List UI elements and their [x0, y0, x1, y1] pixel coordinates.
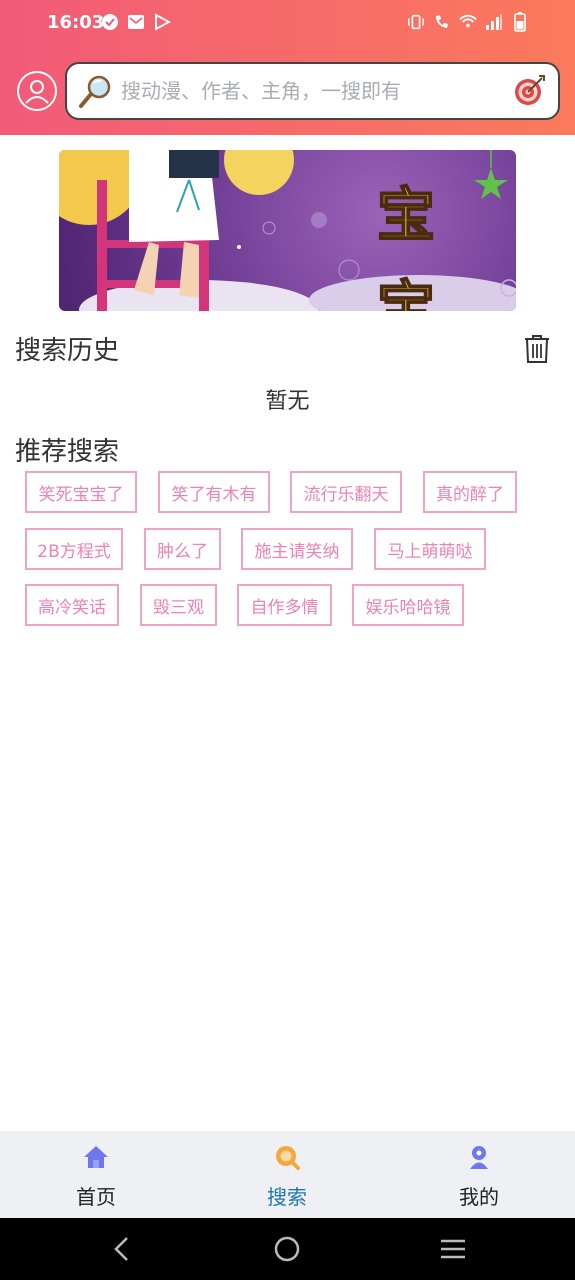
- nav-search-label: 搜索: [267, 1185, 307, 1209]
- status-left-icons: [101, 12, 171, 32]
- history-empty-text: 暂无: [265, 389, 310, 414]
- search-bar[interactable]: [65, 62, 560, 120]
- promo-banner[interactable]: 宝 宝: [59, 150, 516, 311]
- recommend-tag[interactable]: 笑死宝宝了: [25, 471, 137, 513]
- status-right-icons: [407, 12, 529, 32]
- clear-history-button[interactable]: [524, 334, 550, 364]
- status-time: 16:03: [47, 12, 105, 33]
- user-avatar-button[interactable]: [17, 71, 57, 111]
- nav-search[interactable]: 搜索: [227, 1131, 347, 1218]
- status-bar: 16:03: [0, 0, 575, 48]
- home-circle-icon[interactable]: [272, 1234, 302, 1264]
- recommend-tag[interactable]: 自作多情: [237, 584, 332, 626]
- banner-title: 宝: [377, 181, 435, 249]
- recommend-tag[interactable]: 2B方程式: [25, 528, 123, 570]
- recommend-tag[interactable]: 真的醉了: [423, 471, 517, 513]
- nav-home-label: 首页: [76, 1185, 116, 1209]
- search-history-title: 搜索历史: [15, 336, 120, 366]
- wifi-call-icon: [433, 12, 451, 32]
- recommend-tag[interactable]: 施主请笑纳: [241, 528, 353, 570]
- mail-icon: [127, 12, 145, 32]
- profile-icon: [466, 1144, 492, 1170]
- system-nav-bar: [0, 1218, 575, 1280]
- recommend-tag[interactable]: 马上萌萌哒: [374, 528, 486, 570]
- bottom-nav: 首页 搜索 我的: [0, 1131, 575, 1218]
- banner-illustration: 宝 宝: [59, 150, 516, 311]
- recommend-tag[interactable]: 毁三观: [140, 584, 217, 626]
- nav-home[interactable]: 首页: [36, 1131, 156, 1218]
- magnifier-icon: [77, 74, 113, 110]
- battery-icon: [511, 12, 529, 32]
- wifi-icon: [459, 12, 477, 32]
- trash-icon: [525, 335, 549, 363]
- user-icon: [25, 80, 49, 104]
- target-icon[interactable]: [512, 74, 546, 108]
- nav-profile-label: 我的: [459, 1185, 499, 1209]
- search-icon: [274, 1144, 300, 1170]
- top-header: 16:03: [0, 0, 575, 135]
- recommend-tag[interactable]: 流行乐翻天: [290, 471, 402, 513]
- signal-icon: [485, 12, 503, 32]
- recommend-search-title: 推荐搜索: [15, 437, 120, 467]
- vibrate-icon: [407, 12, 425, 32]
- home-icon: [83, 1144, 109, 1170]
- back-icon[interactable]: [107, 1234, 137, 1264]
- play-store-icon: [153, 12, 171, 32]
- nav-profile[interactable]: 我的: [419, 1131, 539, 1218]
- check-circle-icon: [101, 12, 119, 32]
- recommend-tag[interactable]: 笑了有木有: [158, 471, 270, 513]
- search-input[interactable]: [121, 76, 501, 106]
- menu-icon[interactable]: [438, 1234, 468, 1264]
- recommend-tag[interactable]: 高冷笑话: [25, 584, 119, 626]
- banner-title-2: 宝: [377, 274, 435, 311]
- recommend-tag[interactable]: 娱乐哈哈镜: [352, 584, 464, 626]
- recommend-tag[interactable]: 肿么了: [144, 528, 221, 570]
